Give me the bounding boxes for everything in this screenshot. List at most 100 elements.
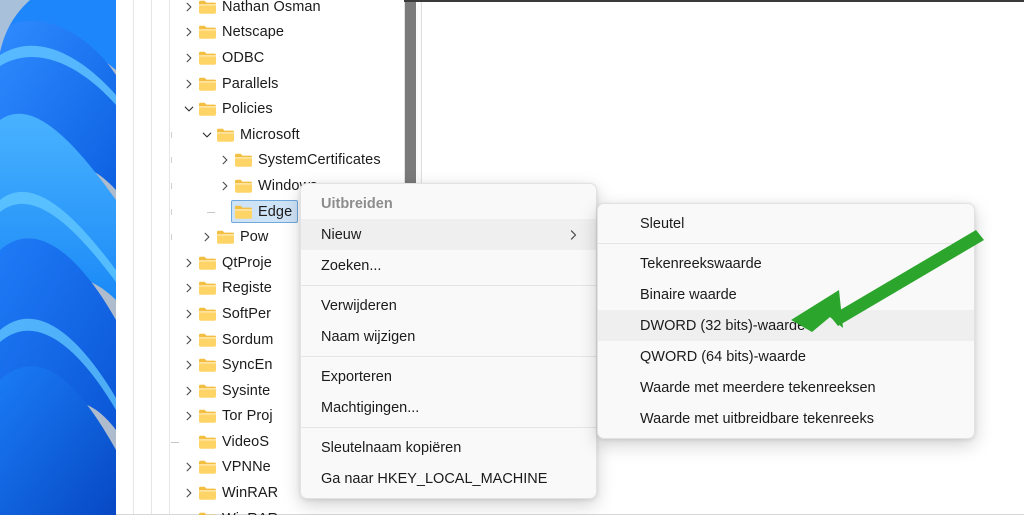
chevron-right-icon[interactable] — [180, 385, 198, 397]
menu-item-verwijderen[interactable]: Verwijderen — [301, 290, 596, 321]
menu-item-label: Binaire waarde — [640, 286, 737, 303]
tree-item-label: Sysinte — [222, 382, 271, 399]
window-edge-rule-2 — [151, 0, 152, 515]
folder-icon — [198, 332, 217, 348]
tree-item-label: ODBC — [222, 49, 265, 66]
tree-item-label: WinRAR — [222, 511, 278, 515]
folder-icon — [198, 101, 217, 117]
chevron-right-icon[interactable] — [180, 334, 198, 346]
folder-icon — [216, 127, 235, 143]
menu-item-label: Sleutel — [640, 215, 685, 232]
chevron-right-icon[interactable] — [180, 257, 198, 269]
tree-item-label: Pow — [240, 229, 269, 246]
tree-item-label: Tor Proj — [222, 408, 273, 425]
chevron-right-icon[interactable] — [180, 1, 198, 13]
window-top-border — [404, 0, 1024, 2]
folder-icon — [198, 434, 217, 450]
tree-item-label: Edge — [258, 203, 293, 220]
menu-item-label: Ga naar HKEY_LOCAL_MACHINE — [321, 470, 548, 487]
chevron-right-icon[interactable] — [180, 359, 198, 371]
tree-item-label: VideoS — [222, 433, 270, 450]
tree-item-label: SyncEn — [222, 357, 273, 374]
menu-item-machtigingen[interactable]: Machtigingen... — [301, 392, 596, 423]
menu-item-zoeken[interactable]: Zoeken... — [301, 250, 596, 281]
tree-item-odbc[interactable]: ODBC — [162, 45, 412, 71]
menu-item-tekenreekswaarde[interactable]: Tekenreekswaarde — [598, 248, 974, 279]
menu-item-qword-64-bits-waarde[interactable]: QWORD (64 bits)-waarde — [598, 341, 974, 372]
chevron-right-icon[interactable] — [180, 461, 198, 473]
tree-item-label: SystemCertificates — [258, 152, 381, 169]
chevron-right-icon — [567, 228, 580, 241]
menu-item-label: Naam wijzigen — [321, 328, 416, 345]
chevron-down-icon[interactable] — [198, 129, 216, 141]
menu-separator — [301, 285, 596, 286]
chevron-right-icon[interactable] — [180, 52, 198, 64]
tree-item-label: Microsoft — [240, 126, 300, 143]
menu-item-label: Exporteren — [321, 368, 392, 385]
menu-item-label: Tekenreekswaarde — [640, 255, 762, 272]
menu-item-label: Zoeken... — [321, 257, 382, 274]
new-submenu[interactable]: Sleutel Tekenreekswaarde Binaire waarde DWO… — [597, 203, 975, 439]
menu-item-uitbreiden: Uitbreiden — [301, 188, 596, 219]
window-edge-rule-1 — [133, 0, 134, 515]
tree-item-winrar[interactable]: WinRAR — [162, 506, 412, 515]
chevron-right-icon[interactable] — [180, 308, 198, 320]
menu-item-ga-naar-hkey-local-machine[interactable]: Ga naar HKEY_LOCAL_MACHINE — [301, 463, 596, 494]
folder-icon — [198, 383, 217, 399]
menu-item-label: QWORD (64 bits)-waarde — [640, 348, 806, 365]
folder-icon — [198, 255, 217, 271]
menu-item-sleutel[interactable]: Sleutel — [598, 208, 974, 239]
menu-item-binaire-waarde[interactable]: Binaire waarde — [598, 279, 974, 310]
menu-item-dword-32-bits-waarde[interactable]: DWORD (32 bits)-waarde — [598, 310, 974, 341]
folder-icon — [198, 357, 217, 373]
tree-item-label: VPNNe — [222, 459, 271, 476]
menu-separator — [301, 427, 596, 428]
tree-item-label: Sordum — [222, 331, 274, 348]
chevron-right-icon[interactable] — [180, 487, 198, 499]
folder-icon — [234, 178, 253, 194]
menu-separator — [301, 356, 596, 357]
folder-icon — [198, 485, 217, 501]
tree-item-label: Policies — [222, 101, 273, 118]
chevron-right-icon[interactable] — [180, 410, 198, 422]
menu-separator — [598, 243, 974, 244]
menu-item-waarde-met-uitbreidbare-tekenreeks[interactable]: Waarde met uitbreidbare tekenreeks — [598, 403, 974, 434]
menu-item-naam-wijzigen[interactable]: Naam wijzigen — [301, 321, 596, 352]
menu-item-sleutelnaam-kopi-ren[interactable]: Sleutelnaam kopiëren — [301, 432, 596, 463]
tree-item-microsoft[interactable]: Microsoft — [162, 122, 412, 148]
chevron-right-icon[interactable] — [180, 282, 198, 294]
chevron-right-icon[interactable] — [198, 231, 216, 243]
tree-item-label: SoftPer — [222, 305, 272, 322]
chevron-down-icon[interactable] — [180, 103, 198, 115]
menu-item-nieuw[interactable]: Nieuw — [301, 219, 596, 250]
chevron-right-icon[interactable] — [216, 180, 234, 192]
menu-item-label: Machtigingen... — [321, 399, 420, 416]
chevron-right-icon[interactable] — [180, 78, 198, 90]
tree-item-nathan-osman[interactable]: Nathan Osman — [162, 0, 412, 20]
tree-item-parallels[interactable]: Parallels — [162, 71, 412, 97]
menu-item-label: Sleutelnaam kopiëren — [321, 439, 462, 456]
folder-icon — [198, 306, 217, 322]
tree-item-label: Parallels — [222, 75, 279, 92]
tree-item-systemcertificates[interactable]: SystemCertificates — [162, 148, 412, 174]
menu-item-exporteren[interactable]: Exporteren — [301, 361, 596, 392]
folder-icon — [234, 204, 253, 220]
chevron-right-icon[interactable] — [216, 154, 234, 166]
tree-item-label: QtProje — [222, 254, 272, 271]
tree-item-policies[interactable]: Policies — [162, 96, 412, 122]
registry-key-context-menu[interactable]: Uitbreiden Nieuw Zoeken... Verwijderen Naam … — [300, 183, 597, 499]
tree-item-label: Netscape — [222, 24, 285, 41]
folder-icon — [234, 152, 253, 168]
folder-icon — [198, 511, 217, 515]
folder-icon — [198, 408, 217, 424]
desktop-wallpaper — [0, 0, 116, 515]
screenshot-root: Nathan Osman Netscape ODBC Parallels Policie… — [0, 0, 1024, 515]
folder-icon — [198, 76, 217, 92]
menu-item-label: Uitbreiden — [321, 195, 393, 212]
folder-icon — [198, 0, 217, 15]
tree-item-netscape[interactable]: Netscape — [162, 20, 412, 46]
folder-icon — [198, 24, 217, 40]
folder-icon — [198, 50, 217, 66]
chevron-right-icon[interactable] — [180, 26, 198, 38]
menu-item-waarde-met-meerdere-tekenreeksen[interactable]: Waarde met meerdere tekenreeksen — [598, 372, 974, 403]
